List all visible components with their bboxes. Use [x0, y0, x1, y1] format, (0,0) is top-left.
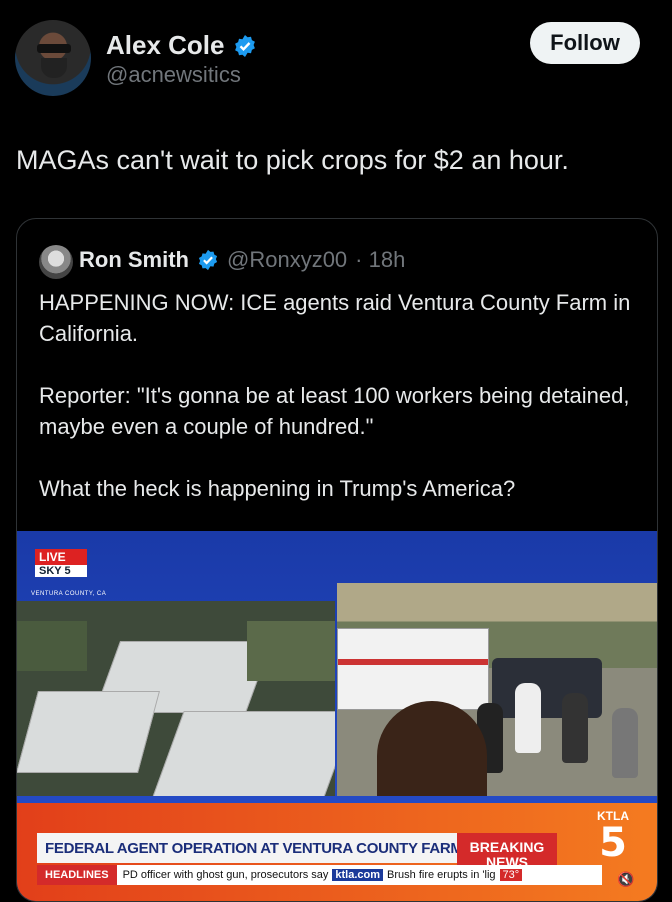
breaking-label: BREAKING	[469, 839, 545, 855]
ticker-temp: 73°	[499, 869, 523, 881]
ticker-site: ktla.com	[332, 869, 384, 881]
live-label: LIVE	[35, 549, 87, 565]
news-ticker: HEADLINES PD officer with ghost gun, pro…	[37, 865, 602, 885]
tweet-text: MAGAs can't wait to pick crops for $2 an…	[16, 145, 569, 175]
mute-icon[interactable]: 🔇	[617, 871, 639, 893]
quote-author-avatar[interactable]	[39, 245, 73, 279]
author-handle[interactable]: @acnewsitics	[106, 62, 241, 88]
quote-body: HAPPENING NOW: ICE agents raid Ventura C…	[39, 287, 639, 535]
headline-chyron: FEDERAL AGENT OPERATION AT VENTURA COUNT…	[37, 833, 463, 863]
quote-header: Ron Smith @Ronxyz00 · 18h	[79, 247, 405, 273]
quote-paragraph: What the heck is happening in Trump's Am…	[39, 476, 516, 501]
author-name-row[interactable]: Alex Cole	[106, 30, 257, 61]
channel-number: 5	[599, 820, 627, 866]
location-caption: VENTURA COUNTY, CA	[31, 591, 107, 597]
ticker-text: PD officer with ghost gun, prosecutors s…	[122, 869, 329, 881]
quote-paragraph: HAPPENING NOW: ICE agents raid Ventura C…	[39, 290, 631, 346]
ktla-logo: KTLA 5	[591, 809, 635, 863]
quote-author-name[interactable]: Ron Smith	[79, 247, 189, 273]
quote-author-handle[interactable]: @Ronxyz00	[227, 247, 347, 273]
verified-badge-icon	[198, 249, 218, 271]
quote-timestamp[interactable]: · 18h	[355, 247, 405, 273]
verified-badge-icon	[234, 34, 255, 57]
quoted-tweet-card[interactable]: Ron Smith @Ronxyz00 · 18h HAPPENING NOW:…	[16, 218, 658, 902]
aerial-farm-view	[17, 601, 335, 796]
author-name[interactable]: Alex Cole	[106, 30, 225, 61]
news-video[interactable]: VENTURA COUNTY, CA LIVE SKY 5 FEDERAL AG…	[17, 531, 657, 901]
ticker-text-2: Brush fire erupts in 'lig	[387, 869, 496, 881]
ticker-label: HEADLINES	[37, 865, 117, 885]
author-avatar[interactable]	[15, 20, 91, 96]
follow-button[interactable]: Follow	[530, 22, 640, 64]
quote-paragraph: Reporter: "It's gonna be at least 100 wo…	[39, 383, 630, 439]
live-badge: LIVE SKY 5	[35, 549, 87, 577]
ground-scene	[337, 583, 657, 796]
sky5-label: SKY 5	[35, 565, 87, 577]
